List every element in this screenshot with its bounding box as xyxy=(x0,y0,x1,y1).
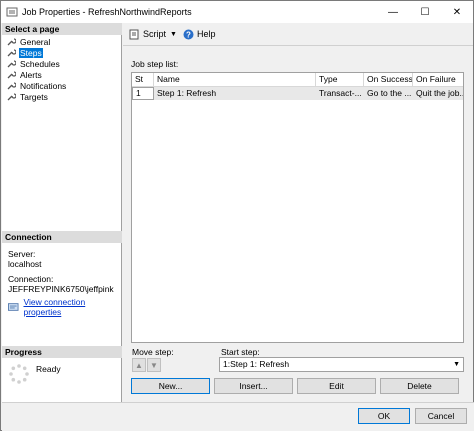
cancel-button[interactable]: Cancel xyxy=(415,408,467,424)
page-item-label: Schedules xyxy=(20,58,60,69)
view-connection-properties-link[interactable]: View connection properties xyxy=(23,297,121,317)
window-controls: — ☐ ✕ xyxy=(377,1,473,23)
column-header-name[interactable]: Name xyxy=(154,73,316,86)
wrench-icon xyxy=(7,81,16,89)
help-label: Help xyxy=(196,29,216,39)
step-on-failure-cell: Quit the job... xyxy=(413,87,463,100)
chevron-down-icon[interactable]: ▼ xyxy=(453,358,460,371)
job-step-list-label: Job step list: xyxy=(131,59,179,69)
move-up-button[interactable]: ▲ xyxy=(132,358,146,372)
column-header-on-success[interactable]: On Success xyxy=(364,73,413,86)
step-number-cell: 1 xyxy=(132,87,154,100)
help-icon: ? xyxy=(183,29,194,39)
column-header-step[interactable]: St xyxy=(132,73,154,86)
move-step-buttons: ▲ ▼ xyxy=(132,358,162,372)
job-properties-window: Job Properties - RefreshNorthwindReports… xyxy=(0,0,474,431)
page-item-targets[interactable]: Targets xyxy=(2,91,122,102)
connection-properties-icon xyxy=(8,303,19,311)
page-item-label: Steps xyxy=(19,47,43,58)
page-item-label: Notifications xyxy=(20,80,67,91)
start-step-value: 1:Step 1: Refresh xyxy=(223,359,290,369)
arrow-down-icon: ▼ xyxy=(150,360,158,370)
delete-step-button[interactable]: Delete xyxy=(380,378,459,394)
wrench-icon xyxy=(7,48,16,56)
job-step-grid[interactable]: St Name Type On Success On Failure 1 Ste… xyxy=(131,72,464,343)
job-icon xyxy=(6,7,18,17)
window-title: Job Properties - RefreshNorthwindReports xyxy=(22,7,192,17)
step-on-success-cell: Go to the ... xyxy=(364,87,413,100)
server-value: localhost xyxy=(8,259,42,269)
script-icon xyxy=(129,29,139,39)
wrench-icon xyxy=(7,59,16,67)
ok-button[interactable]: OK xyxy=(358,408,410,424)
page-item-alerts[interactable]: Alerts xyxy=(2,69,122,80)
select-page-header: Select a page xyxy=(2,23,122,35)
column-header-type[interactable]: Type xyxy=(316,73,364,86)
wrench-icon xyxy=(7,70,16,78)
table-row[interactable]: 1 Step 1: Refresh Transact-... Go to the… xyxy=(132,87,463,100)
start-step-select[interactable]: 1:Step 1: Refresh ▼ xyxy=(219,357,464,372)
connection-label: Connection: xyxy=(8,274,54,284)
start-step-label: Start step: xyxy=(221,347,260,357)
wrench-icon xyxy=(7,92,16,100)
new-step-button[interactable]: New... xyxy=(131,378,210,394)
connection-value: JEFFREYPINK6750\jeffpink xyxy=(8,284,114,294)
step-type-cell: Transact-... xyxy=(316,87,364,100)
toolbar: Script ▼ ? Help xyxy=(123,23,473,46)
step-name-cell: Step 1: Refresh xyxy=(154,87,316,100)
page-item-steps[interactable]: Steps xyxy=(2,47,122,58)
page-item-label: Targets xyxy=(20,91,48,102)
page-item-schedules[interactable]: Schedules xyxy=(2,58,122,69)
minimize-button[interactable]: — xyxy=(377,1,409,23)
connection-info: Server: localhost Connection: JEFFREYPIN… xyxy=(8,249,121,317)
column-header-on-failure[interactable]: On Failure xyxy=(413,73,463,86)
maximize-button[interactable]: ☐ xyxy=(409,1,441,23)
insert-step-button[interactable]: Insert... xyxy=(214,378,293,394)
chevron-down-icon[interactable]: ▼ xyxy=(170,31,177,38)
svg-text:?: ? xyxy=(186,30,191,39)
connection-header: Connection xyxy=(2,231,122,243)
close-button[interactable]: ✕ xyxy=(441,1,473,23)
script-button[interactable]: Script ▼ xyxy=(129,29,177,40)
move-down-button[interactable]: ▼ xyxy=(147,358,161,372)
page-item-label: Alerts xyxy=(20,69,42,80)
edit-step-button[interactable]: Edit xyxy=(297,378,376,394)
progress-spinner-icon xyxy=(9,364,29,384)
progress-status: Ready xyxy=(36,364,61,374)
page-item-label: General xyxy=(20,36,51,47)
server-label: Server: xyxy=(8,249,36,259)
title-bar: Job Properties - RefreshNorthwindReports… xyxy=(1,1,473,23)
script-label: Script xyxy=(143,29,167,39)
arrow-up-icon: ▲ xyxy=(135,360,143,370)
progress-header: Progress xyxy=(2,346,122,358)
page-item-general[interactable]: General xyxy=(2,36,122,47)
help-button[interactable]: ? Help xyxy=(183,29,216,40)
grid-header: St Name Type On Success On Failure xyxy=(132,73,463,87)
left-pane: Select a page General Steps Schedules Al… xyxy=(2,23,122,402)
page-item-notifications[interactable]: Notifications xyxy=(2,80,122,91)
wrench-icon xyxy=(7,37,16,45)
move-step-label: Move step: xyxy=(132,347,174,357)
page-list: General Steps Schedules Alerts Notificat… xyxy=(2,36,122,102)
